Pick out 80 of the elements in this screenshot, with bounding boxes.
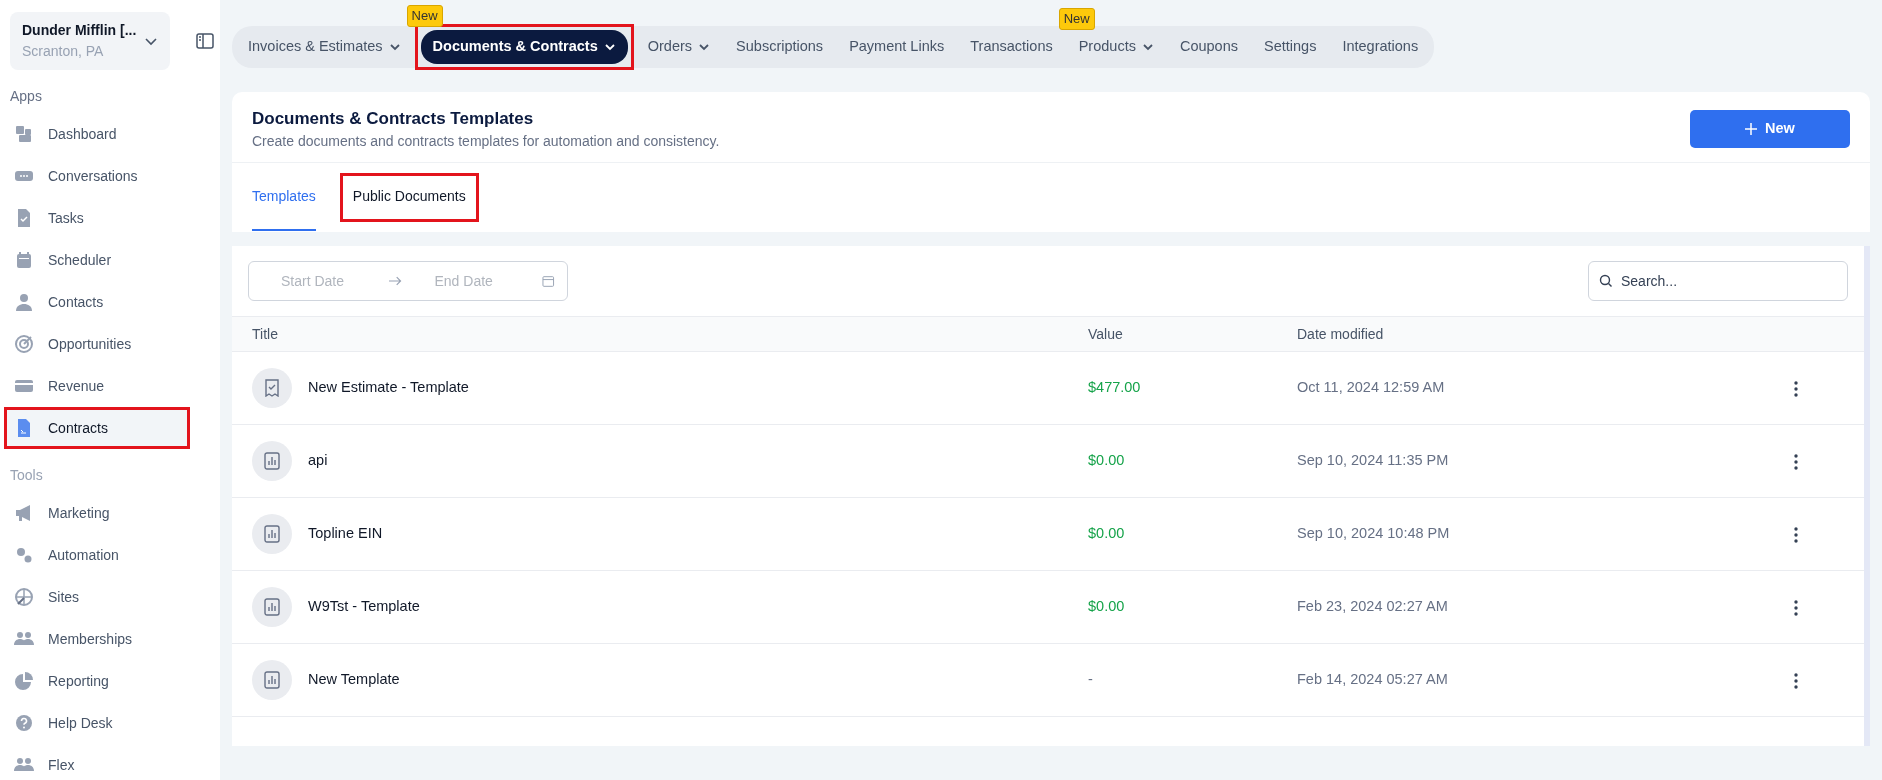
nav-tab[interactable]: Settings (1252, 30, 1329, 64)
column-header: Date modified (1297, 324, 1385, 344)
kebab-menu-icon (1794, 673, 1798, 690)
sidebar-item[interactable]: Contacts (0, 281, 220, 323)
sidebar-item[interactable]: Revenue (0, 365, 220, 407)
plus-icon (1745, 123, 1758, 135)
column-header: Value (1088, 324, 1124, 344)
template-title[interactable]: New Estimate - Template (308, 377, 469, 400)
date-modified: Feb 23, 2024 02:27 AM (1297, 597, 1449, 617)
search-icon (1599, 274, 1613, 289)
tab[interactable]: Templates (252, 164, 316, 232)
template-value: $0.00 (1088, 451, 1126, 471)
nav-tab[interactable]: Subscriptions (724, 30, 836, 64)
receipt-icon (252, 368, 292, 409)
date-modified: Oct 11, 2024 12:59 AM (1297, 378, 1446, 398)
sidebar-item[interactable]: Contracts (7, 410, 187, 446)
nav-tab[interactable]: Invoices & Estimates (236, 30, 413, 64)
arrow-right-icon (389, 276, 403, 287)
bar-chart-icon (252, 660, 292, 701)
template-title[interactable]: api (308, 450, 328, 473)
bar-chart-icon (252, 514, 292, 555)
new-badge: New (1058, 8, 1095, 30)
tab[interactable]: Public Documents (342, 176, 476, 220)
kebab-menu-icon (1794, 381, 1798, 398)
kebab-menu-icon (1794, 600, 1798, 617)
bar-chart-icon (252, 441, 292, 482)
calendar-icon (542, 274, 555, 288)
calendar-icon (14, 250, 34, 270)
sidebar-item[interactable]: Opportunities (0, 323, 220, 365)
page-title: Documents & Contracts Templates (252, 107, 535, 130)
date-modified: Sep 10, 2024 11:35 PM (1297, 451, 1450, 471)
nav-tab[interactable]: Payment Links (837, 30, 957, 64)
dashboard-icon (14, 124, 34, 144)
nav-tab[interactable]: Documents & Contracts (420, 30, 628, 64)
sidebar-item[interactable]: Reporting (0, 660, 220, 702)
help-icon (14, 713, 34, 733)
nav-tab[interactable]: Products (1066, 30, 1166, 64)
pie-chart-icon (14, 671, 34, 691)
sidebar-item[interactable]: Marketing (0, 492, 220, 534)
template-value: $0.00 (1088, 524, 1126, 544)
sidebar-item[interactable]: Scheduler (0, 239, 220, 281)
sidebar-item[interactable]: Flex (0, 744, 220, 780)
template-title[interactable]: W9Tst - Template (308, 596, 420, 619)
template-value: $0.00 (1088, 597, 1126, 617)
nav-tab[interactable]: Orders (635, 30, 723, 64)
account-name: Dunder Mifflin [... (22, 21, 137, 40)
section-heading: Tools (9, 466, 44, 485)
kebab-menu-icon (1794, 454, 1798, 471)
sidebar-item[interactable]: Help Desk (0, 702, 220, 744)
sidebar-item[interactable]: Conversations (0, 155, 220, 197)
sidebar-item[interactable]: Tasks (0, 197, 220, 239)
column-header: Title (252, 324, 279, 344)
kebab-menu-icon (1794, 527, 1798, 544)
date-modified: Feb 14, 2024 05:27 AM (1297, 670, 1449, 690)
template-value: $477.00 (1088, 378, 1142, 398)
template-title[interactable]: New Template (308, 669, 400, 692)
nav-tab[interactable]: Coupons (1167, 30, 1250, 64)
sidebar-item[interactable]: Dashboard (0, 113, 220, 155)
date-modified: Sep 10, 2024 10:48 PM (1297, 524, 1451, 544)
person-icon (14, 292, 34, 312)
template-title[interactable]: Topline EIN (308, 523, 383, 546)
target-icon (14, 334, 34, 354)
sidebar-item[interactable]: Sites (0, 576, 220, 618)
search-field[interactable]: Search... (1588, 261, 1848, 302)
new-badge: New (406, 5, 443, 27)
nav-tab[interactable]: Integrations (1330, 30, 1431, 64)
date-range-field[interactable]: Start Date End Date (248, 261, 568, 302)
sidebar-item[interactable]: Memberships (0, 618, 220, 660)
bar-chart-icon (252, 587, 292, 628)
template-value: - (1088, 670, 1094, 690)
section-heading: Apps (9, 87, 43, 106)
account-switcher[interactable]: Dunder Mifflin [... Scranton, PA (10, 12, 170, 70)
globe-icon (14, 587, 34, 607)
nav-tab[interactable]: Transactions (958, 30, 1065, 64)
page-subtitle: Create documents and contracts templates for automation and consistency. (252, 132, 720, 152)
new-button[interactable]: New (1690, 110, 1850, 148)
sidebar-item[interactable]: Automation (0, 534, 220, 576)
account-location: Scranton, PA (22, 42, 105, 61)
sidebar-toggle-icon[interactable] (196, 33, 214, 49)
gears-icon (14, 545, 34, 565)
